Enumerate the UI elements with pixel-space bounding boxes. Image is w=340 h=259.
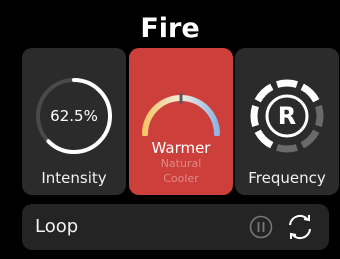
- intensity-value: 62.5%: [50, 107, 98, 125]
- temperature-option-natural[interactable]: Natural: [129, 157, 233, 170]
- frequency-card[interactable]: R Frequency: [235, 48, 339, 195]
- frequency-segment: [315, 105, 324, 127]
- intensity-card[interactable]: 62.5% Intensity: [22, 48, 126, 195]
- page-title: Fire: [140, 13, 200, 44]
- frequency-segment: [250, 105, 259, 127]
- repeat-icon[interactable]: [284, 212, 316, 242]
- temperature-gauge-marker: [179, 93, 183, 104]
- intensity-ring: 62.5%: [33, 75, 115, 157]
- intensity-label: Intensity: [41, 169, 107, 187]
- frequency-letter: R: [277, 102, 297, 130]
- color-temperature-card[interactable]: Warmer Natural Cooler: [129, 48, 233, 195]
- frequency-segment: [276, 144, 298, 153]
- temperature-gauge: [142, 93, 220, 136]
- frequency-label: Frequency: [248, 169, 326, 187]
- pause-circle-icon[interactable]: [249, 215, 273, 239]
- temperature-selected: Warmer: [151, 139, 211, 157]
- frequency-segment: [276, 79, 298, 88]
- loop-label: Loop: [35, 216, 79, 237]
- loop-bar[interactable]: Loop: [22, 204, 329, 250]
- temperature-option-cooler[interactable]: Cooler: [129, 172, 233, 185]
